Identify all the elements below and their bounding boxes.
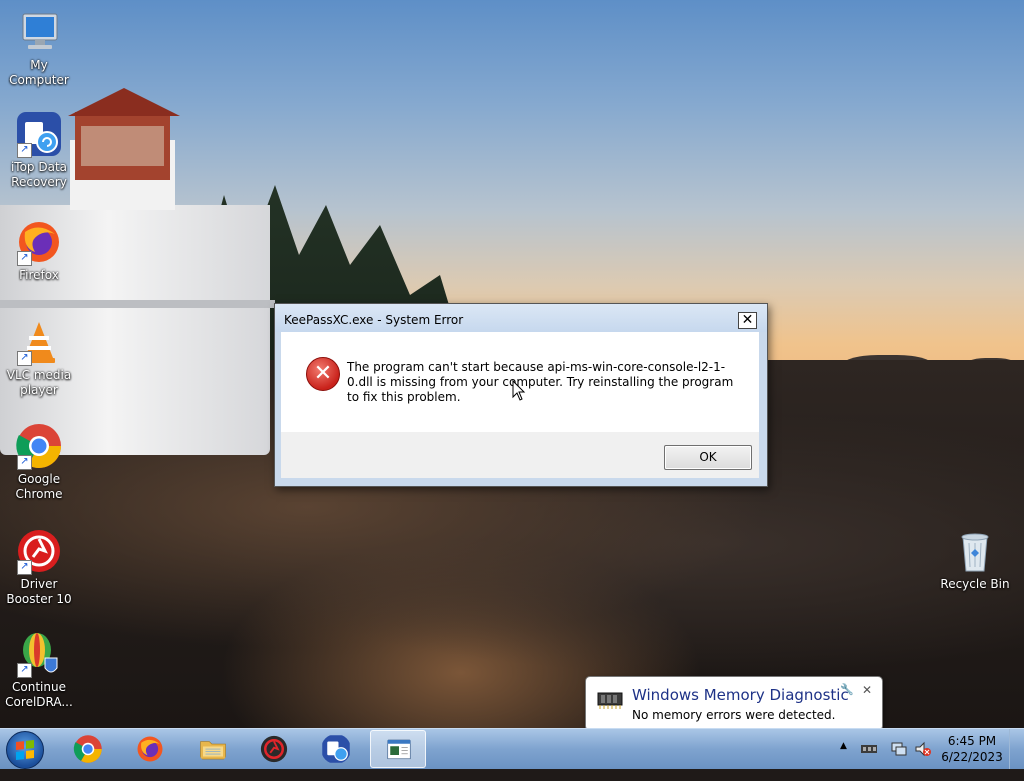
desktop-icon-vlc[interactable]: ↗ VLC media player	[0, 318, 78, 398]
coreldraw-icon: ↗	[15, 630, 63, 678]
volume-muted-icon[interactable]	[914, 741, 932, 757]
desktop-icon-driver-booster[interactable]: ↗ Driver Booster 10	[0, 527, 78, 607]
desktop-icon-coreldraw[interactable]: ↗ Continue CorelDRA...	[0, 630, 78, 710]
memory-chip-icon	[597, 690, 623, 710]
windows-logo-icon	[16, 740, 34, 760]
recycle-bin-icon	[951, 527, 999, 575]
shortcut-arrow-icon: ↗	[17, 455, 32, 470]
lighthouse-roof	[68, 88, 180, 116]
show-desktop-button[interactable]	[1009, 729, 1024, 769]
error-icon: ✕	[306, 357, 340, 391]
start-button[interactable]	[6, 731, 44, 769]
network-icon[interactable]	[890, 741, 908, 757]
desktop-icon-label: Driver Booster 10	[6, 577, 72, 606]
ok-button[interactable]: OK	[664, 445, 752, 470]
balloon-text: No memory errors were detected.	[632, 708, 836, 722]
desktop-icon-label: Google Chrome	[15, 472, 63, 501]
clock-time: 6:45 PM	[947, 734, 997, 748]
dialog-footer: OK	[281, 432, 759, 478]
balloon-options-icon[interactable]: 🔧	[840, 683, 854, 696]
balloon-title: Windows Memory Diagnostic	[632, 686, 849, 704]
firefox-icon: ↗	[15, 218, 63, 266]
close-icon: ✕	[741, 312, 754, 328]
taskbar-firefox-button[interactable]	[122, 730, 178, 768]
shortcut-arrow-icon: ↗	[17, 663, 32, 678]
lighthouse-ring	[0, 300, 275, 308]
driver-booster-icon: ↗	[15, 527, 63, 575]
taskbar-clock[interactable]: 6:45 PM 6/22/2023	[936, 733, 1008, 765]
computer-icon	[15, 8, 63, 56]
clock-date: 6/22/2023	[941, 750, 1003, 764]
window-icon	[387, 739, 411, 760]
taskbar-explorer-button[interactable]	[185, 730, 241, 768]
desktop-icon-label: My Computer	[9, 58, 69, 87]
mouse-cursor-icon	[512, 380, 526, 401]
desktop-icon-label: VLC media player	[6, 368, 72, 397]
taskbar: ▲ 6:45 PM 6/22/2023	[0, 728, 1024, 769]
shortcut-arrow-icon: ↗	[17, 351, 32, 366]
taskbar-driver-booster-button[interactable]	[246, 730, 302, 768]
dialog-title: KeePassXC.exe - System Error	[284, 313, 464, 327]
chrome-icon	[73, 735, 102, 763]
data-recovery-icon	[322, 735, 350, 763]
desktop-icon-firefox[interactable]: ↗ Firefox	[0, 218, 78, 283]
data-recovery-icon: ↗	[15, 110, 63, 158]
dialog-titlebar[interactable]: KeePassXC.exe - System Error ✕	[275, 304, 767, 332]
balloon-close-icon[interactable]: ✕	[862, 683, 872, 697]
folder-icon	[200, 741, 226, 760]
dialog-close-button[interactable]: ✕	[738, 312, 757, 329]
shortcut-arrow-icon: ↗	[17, 560, 32, 575]
taskbar-chrome-button[interactable]	[60, 730, 116, 768]
desktop-icon-my-computer[interactable]: My Computer	[0, 8, 78, 88]
desktop-icon-google-chrome[interactable]: ↗ Google Chrome	[0, 422, 78, 502]
vlc-icon: ↗	[15, 318, 63, 366]
desktop-icon-recycle-bin[interactable]: Recycle Bin	[936, 527, 1014, 592]
desktop-icon-itop-data-recovery[interactable]: ↗ iTop Data Recovery	[0, 110, 78, 190]
desktop-icon-label: Continue CorelDRA...	[5, 680, 73, 709]
driver-booster-icon	[260, 735, 288, 763]
lighthouse-lamp	[75, 112, 170, 180]
taskbar-keepassxc-button[interactable]	[370, 730, 426, 768]
shortcut-arrow-icon: ↗	[17, 251, 32, 266]
notification-balloon[interactable]: Windows Memory Diagnostic No memory erro…	[585, 676, 883, 728]
dialog-message: The program can't start because api-ms-w…	[347, 360, 734, 404]
desktop-icon-label: iTop Data Recovery	[10, 160, 68, 189]
taskbar-itop-button[interactable]	[308, 730, 364, 768]
chrome-icon: ↗	[15, 422, 63, 470]
desktop-icon-label: Recycle Bin	[940, 577, 1010, 591]
desktop: My Computer ↗ iTop Data Recovery ↗ Firef…	[0, 0, 1024, 728]
firefox-icon	[137, 736, 163, 762]
memory-diagnostic-tray-icon[interactable]	[860, 741, 878, 757]
desktop-icon-label: Firefox	[19, 268, 59, 282]
shortcut-arrow-icon: ↗	[17, 143, 32, 158]
show-hidden-icons-button[interactable]: ▲	[840, 741, 847, 781]
